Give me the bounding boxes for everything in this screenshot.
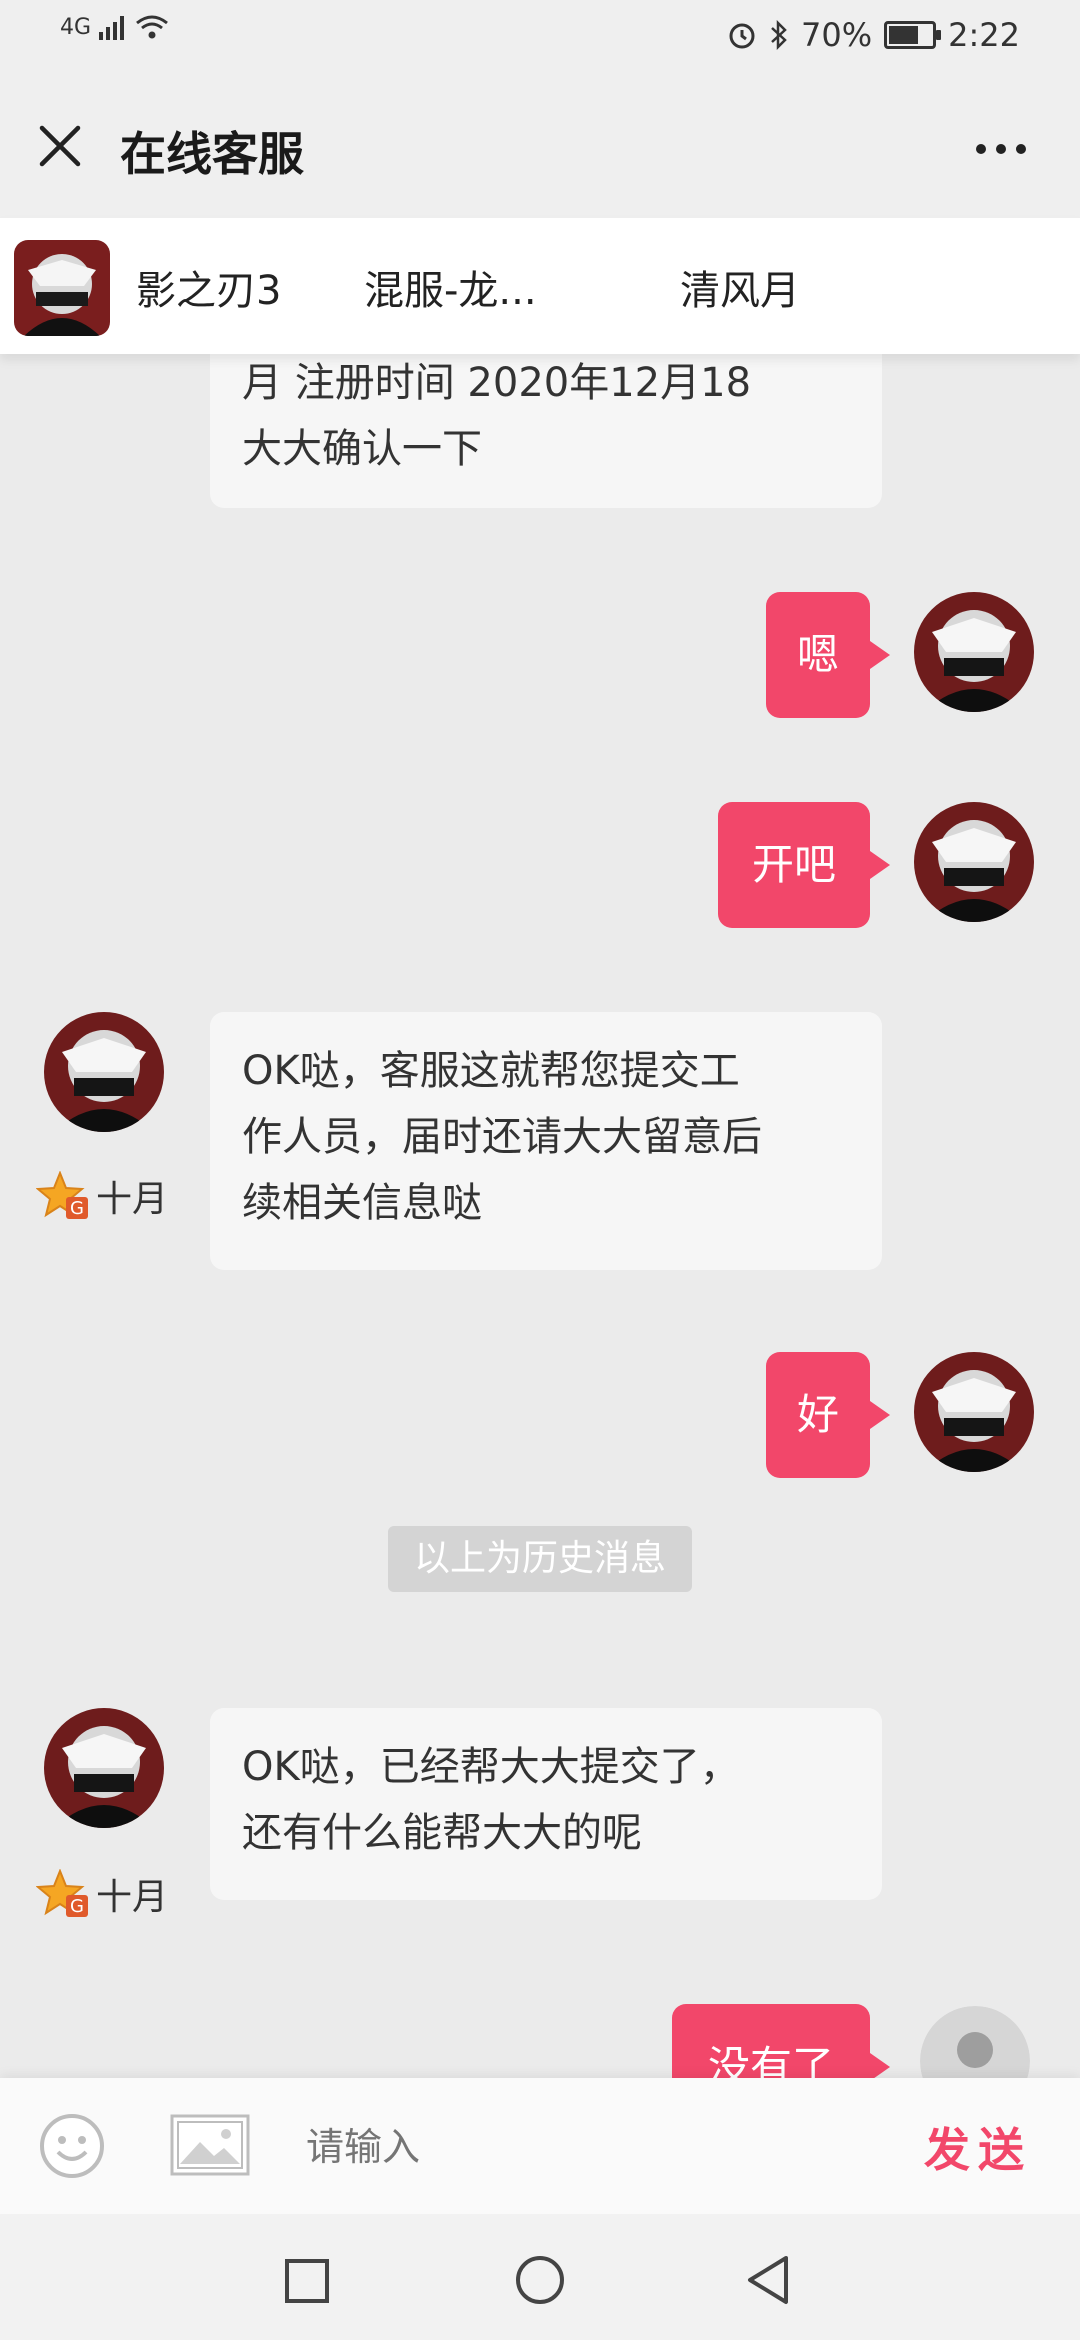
wifi-icon: [136, 15, 168, 39]
chat-area[interactable]: 月 注册时间 2020年12月18 大大确认一下 嗯 开吧 G 十月 OK哒，客…: [0, 354, 1080, 2078]
game-info-bar: 影之刃3 混服-龙... 清风月: [0, 218, 1080, 354]
message-text: OK哒，已经帮大大提交了，: [242, 1744, 740, 1790]
message-text: OK哒，客服这就帮您提交工: [242, 1048, 740, 1094]
message-bubble-outgoing: 开吧: [718, 802, 890, 928]
avatar[interactable]: [914, 802, 1034, 922]
message-text: 没有了: [707, 2042, 834, 2078]
message-text: 月 注册时间 2020年12月18: [242, 360, 752, 406]
game-logo: [14, 240, 110, 336]
agent-tag: G 十月: [36, 1170, 168, 1222]
message-bubble-incoming: OK哒，已经帮大大提交了， 还有什么能帮大大的呢: [210, 1708, 882, 1900]
svg-text:G: G: [70, 1896, 84, 1917]
input-bar: 发送: [0, 2078, 1080, 2214]
role-name: 清风月: [680, 268, 800, 314]
avatar[interactable]: [914, 592, 1034, 712]
message-text: 大大确认一下: [242, 426, 482, 472]
game-name: 影之刃3: [136, 268, 282, 314]
back-icon[interactable]: [744, 2254, 792, 2306]
server-name: 混服-龙...: [364, 268, 537, 314]
signal-group: 4G: [60, 14, 169, 40]
status-right: 70% 2:22: [727, 16, 1020, 54]
network-type: 4G: [60, 15, 92, 40]
more-icon[interactable]: [976, 144, 1026, 154]
message-input[interactable]: [304, 2108, 868, 2186]
bluetooth-icon: [771, 20, 787, 50]
message-text: 嗯: [796, 630, 839, 679]
status-bar: 4G 70% 2:22: [0, 0, 1080, 74]
history-divider: 以上为历史消息: [388, 1526, 692, 1592]
send-button[interactable]: 发送: [924, 2114, 1032, 2180]
message-text: 好: [796, 1390, 839, 1439]
system-nav-bar: [0, 2214, 1080, 2340]
star-badge-icon: G: [36, 1171, 88, 1219]
message-bubble-incoming: OK哒，客服这就帮您提交工 作人员，届时还请大大留意后 续相关信息哒: [210, 1012, 882, 1270]
message-text: 还有什么能帮大大的呢: [242, 1810, 642, 1856]
alarm-icon: [729, 23, 755, 49]
clock: 2:22: [948, 16, 1020, 54]
message-text: 续相关信息哒: [242, 1180, 482, 1226]
signal-icon: [99, 16, 125, 40]
battery-percent: 70%: [801, 16, 873, 54]
image-icon[interactable]: [170, 2114, 250, 2176]
agent-avatar[interactable]: [44, 1708, 164, 1828]
emoji-icon[interactable]: [38, 2112, 106, 2180]
close-icon[interactable]: [36, 122, 84, 170]
message-bubble-outgoing: 好: [766, 1352, 890, 1478]
page-title: 在线客服: [120, 127, 304, 181]
agent-name: 十月: [96, 1179, 169, 1220]
battery-icon: [884, 21, 942, 49]
title-bar: 在线客服: [0, 74, 1080, 218]
recents-icon[interactable]: [284, 2258, 330, 2304]
svg-text:G: G: [70, 1198, 84, 1219]
agent-name: 十月: [96, 1877, 169, 1918]
message-text: 作人员，届时还请大大留意后: [242, 1114, 762, 1160]
default-avatar[interactable]: [920, 2006, 1030, 2078]
home-icon[interactable]: [514, 2254, 566, 2306]
message-text: 开吧: [751, 840, 836, 889]
message-bubble-outgoing: 嗯: [766, 592, 890, 718]
message-bubble-outgoing: 没有了: [672, 2004, 890, 2078]
avatar[interactable]: [914, 1352, 1034, 1472]
message-bubble-incoming: 月 注册时间 2020年12月18 大大确认一下: [210, 354, 882, 508]
agent-avatar[interactable]: [44, 1012, 164, 1132]
star-badge-icon: G: [36, 1869, 88, 1917]
agent-tag: G 十月: [36, 1868, 168, 1920]
